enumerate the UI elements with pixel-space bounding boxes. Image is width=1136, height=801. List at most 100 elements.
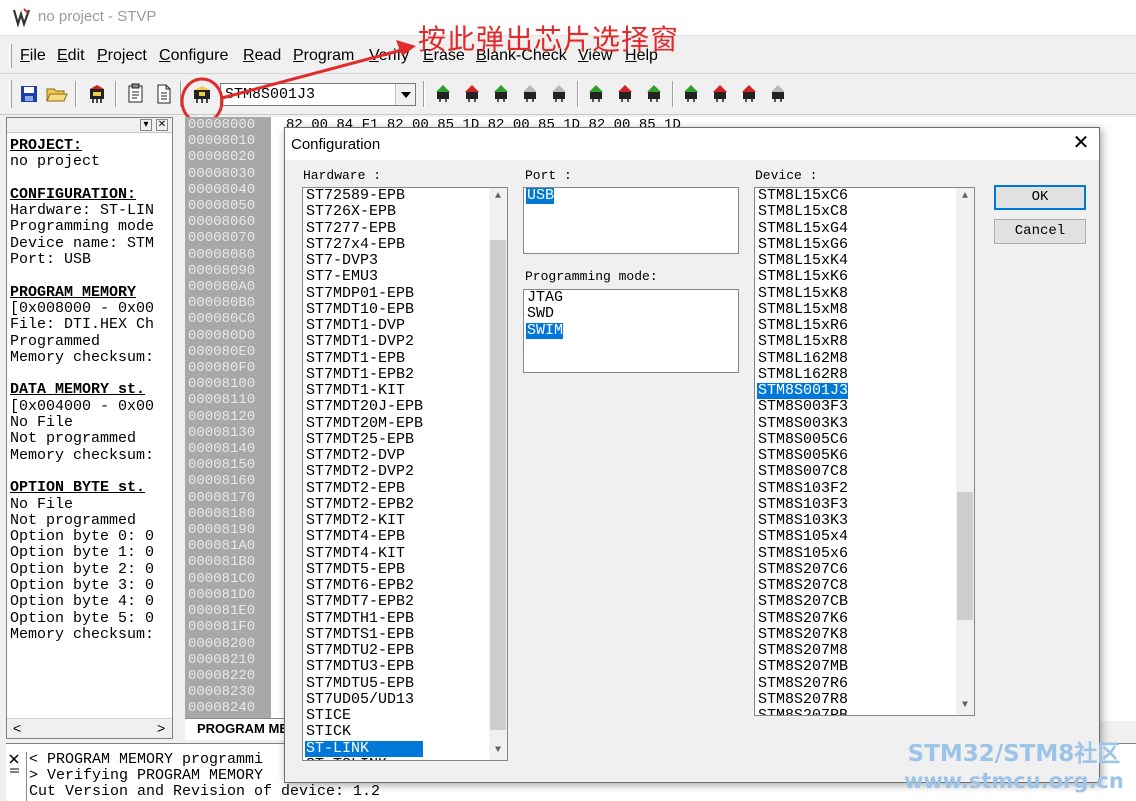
port-list[interactable]: USB <box>523 187 739 254</box>
menu-read[interactable]: Read <box>243 47 281 65</box>
green-chip-action-icon[interactable] <box>430 81 456 107</box>
list-item[interactable]: STM8S207R6 <box>757 675 848 692</box>
scroll-right-icon[interactable]: > <box>157 720 165 736</box>
red-chip-action-icon[interactable] <box>736 81 762 107</box>
list-item[interactable]: STM8S007C8 <box>757 463 848 480</box>
list-item[interactable]: ST7MDT4-KIT <box>305 545 423 562</box>
list-item[interactable]: ST7MDT6-EPB2 <box>305 577 423 594</box>
list-item[interactable]: ST7MDT4-EPB <box>305 528 423 545</box>
list-item[interactable]: STM8S105x6 <box>757 545 848 562</box>
hardware-list[interactable]: ST72589-EPB ST726X-EPB ST7277-EPB ST727x4-E… <box>302 187 508 761</box>
hardware-list-scrollbar[interactable]: ▲ ▼ <box>489 188 507 760</box>
list-item[interactable]: STM8S207C6 <box>757 561 848 578</box>
save-icon[interactable] <box>16 81 42 107</box>
device-list-scrollbar[interactable]: ▲ ▼ <box>956 188 974 715</box>
list-item[interactable]: STICE <box>305 707 423 724</box>
list-item[interactable]: ST7-DVP3 <box>305 252 423 269</box>
scroll-thumb[interactable] <box>957 492 973 620</box>
red-chip-action-icon[interactable] <box>612 81 638 107</box>
list-item[interactable]: ST7MDT20M-EPB <box>305 415 423 432</box>
list-item[interactable]: STM8L15xK6 <box>757 268 848 285</box>
list-item[interactable]: ST7MDT1-EPB2 <box>305 366 423 383</box>
list-item[interactable]: USB <box>526 188 555 205</box>
list-item[interactable]: ST72589-EPB <box>305 188 423 204</box>
list-item[interactable]: ST7-EMU3 <box>305 268 423 285</box>
scroll-down-icon[interactable]: ▼ <box>489 742 507 760</box>
list-item[interactable]: STM8L15xR6 <box>757 317 848 334</box>
menu-file[interactable]: File <box>20 47 46 65</box>
gray-chip-action-icon[interactable] <box>765 81 791 107</box>
tab-program-memory[interactable]: PROGRAM ME <box>185 718 285 740</box>
scroll-thumb[interactable] <box>490 240 506 730</box>
list-item[interactable]: ST7MDT2-KIT <box>305 512 423 529</box>
device-list[interactable]: STM8L15xC6 STM8L15xC8 STM8L15xG4 STM8L15xG6… <box>754 187 975 716</box>
list-item[interactable]: STM8L15xK4 <box>757 252 848 269</box>
list-item[interactable]: STM8S103F2 <box>757 480 848 497</box>
green-chip-action-icon[interactable] <box>641 81 667 107</box>
list-item[interactable]: STM8S207M8 <box>757 642 848 659</box>
list-item[interactable]: ST-LINK <box>305 740 424 757</box>
paste-icon[interactable] <box>151 81 177 107</box>
list-item[interactable]: STM8S207K8 <box>757 626 848 643</box>
list-item[interactable]: STM8S105x4 <box>757 528 848 545</box>
list-item[interactable]: ST7277-EPB <box>305 220 423 237</box>
menu-verify[interactable]: Verify <box>369 47 409 65</box>
list-item[interactable]: SWD <box>526 305 563 322</box>
list-item[interactable]: STM8S003F3 <box>757 398 848 415</box>
list-item[interactable]: ST7MDT2-DVP <box>305 447 423 464</box>
scroll-left-icon[interactable]: < <box>13 720 21 736</box>
device-select[interactable]: STM8S001J3 <box>220 83 416 106</box>
green-chip-action-icon[interactable] <box>678 81 704 107</box>
ok-button[interactable]: OK <box>994 185 1086 210</box>
list-item[interactable]: SWIM <box>526 322 564 339</box>
list-item[interactable]: ST7MDP01-EPB <box>305 285 423 302</box>
list-item[interactable]: STM8L162M8 <box>757 350 848 367</box>
list-item[interactable]: ST7MDTU3-EPB <box>305 658 423 675</box>
list-item[interactable]: ST7MDT10-EPB <box>305 301 423 318</box>
list-item[interactable]: ST7MDTU5-EPB <box>305 675 423 692</box>
list-item[interactable]: STM8L15xR8 <box>757 333 848 350</box>
red-chip-action-icon[interactable] <box>459 81 485 107</box>
list-item[interactable]: ST726X-EPB <box>305 203 423 220</box>
chip-icon[interactable] <box>84 81 110 107</box>
list-item[interactable]: STM8L15xC6 <box>757 188 848 204</box>
menu-program[interactable]: Program <box>293 47 354 65</box>
log-close-icon[interactable] <box>8 752 21 782</box>
close-icon[interactable]: ✕ <box>1069 132 1093 156</box>
chevron-down-icon[interactable] <box>395 84 415 105</box>
menu-project[interactable]: Project <box>97 47 147 65</box>
list-item[interactable]: ST7MDTS1-EPB <box>305 626 423 643</box>
menu-edit[interactable]: Edit <box>57 47 85 65</box>
list-item[interactable]: STM8S001J3 <box>757 382 849 400</box>
list-item[interactable]: ST7UD05/UD13 <box>305 691 423 708</box>
list-item[interactable]: STM8S207C8 <box>757 577 848 594</box>
panel-horizontal-scrollbar[interactable]: < > <box>7 718 172 738</box>
scroll-down-icon[interactable]: ▼ <box>956 697 974 715</box>
list-item[interactable]: STM8S207MB <box>757 658 848 675</box>
menu-configure[interactable]: Configure <box>159 47 228 65</box>
list-item[interactable]: ST7MDT25-EPB <box>305 431 423 448</box>
red-chip-action-icon[interactable] <box>707 81 733 107</box>
list-item[interactable]: STM8S103K3 <box>757 512 848 529</box>
list-item[interactable]: ST7MDTH1-EPB <box>305 610 423 627</box>
programming-mode-list[interactable]: JTAG SWD SWIM <box>523 289 739 373</box>
list-item[interactable]: STM8L162R8 <box>757 366 848 383</box>
close-icon[interactable]: ✕ <box>156 119 168 131</box>
list-item[interactable]: STM8S207RB <box>757 707 848 715</box>
gray-chip-action-icon[interactable] <box>517 81 543 107</box>
list-item[interactable]: ST7MDT20J-EPB <box>305 398 423 415</box>
list-item[interactable]: STM8S003K3 <box>757 415 848 432</box>
list-item[interactable]: STM8S207R8 <box>757 691 848 708</box>
list-item[interactable]: ST7MDT1-DVP2 <box>305 333 423 350</box>
copy-icon[interactable] <box>123 81 149 107</box>
list-item[interactable]: STICK <box>305 723 423 740</box>
list-item[interactable]: STM8S005C6 <box>757 431 848 448</box>
scroll-up-icon[interactable]: ▲ <box>956 188 974 206</box>
cancel-button[interactable]: Cancel <box>994 219 1086 244</box>
list-item[interactable]: ST7MDT1-EPB <box>305 350 423 367</box>
list-item[interactable]: STM8L15xK8 <box>757 285 848 302</box>
list-item[interactable]: ST-TSLINK <box>305 756 423 760</box>
list-item[interactable]: ST7MDT7-EPB2 <box>305 593 423 610</box>
list-item[interactable]: ST7MDT5-EPB <box>305 561 423 578</box>
green-chip-action-icon[interactable] <box>583 81 609 107</box>
